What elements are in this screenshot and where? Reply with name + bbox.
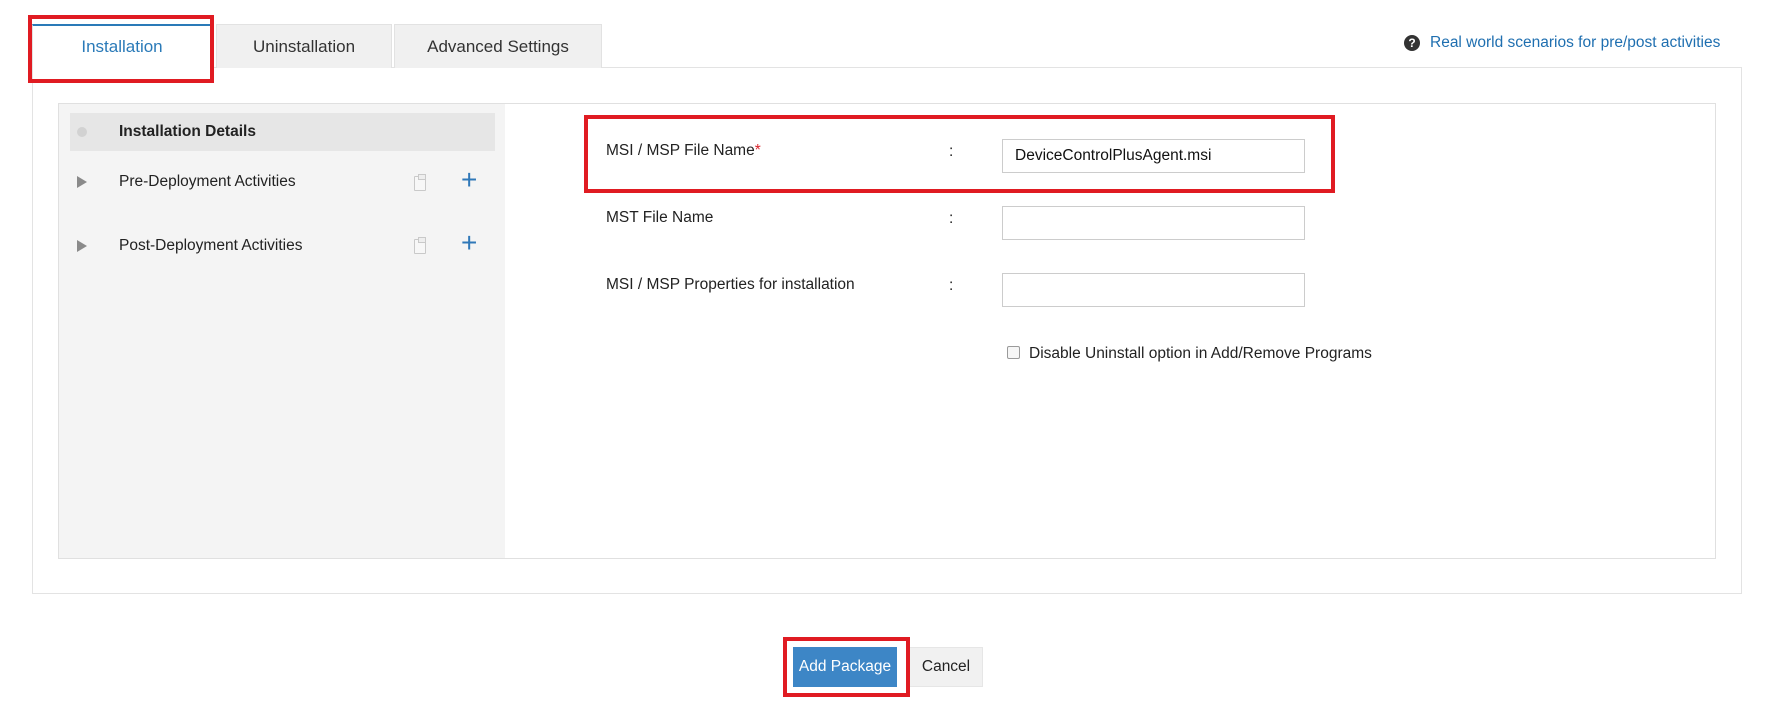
- dot-icon: [77, 127, 87, 137]
- msi-file-name-input[interactable]: [1002, 139, 1305, 173]
- add-package-button[interactable]: Add Package: [793, 647, 897, 687]
- mst-file-name-input[interactable]: [1002, 206, 1305, 240]
- sidebar-item-label: Installation Details: [119, 123, 256, 140]
- disable-uninstall-label: Disable Uninstall option in Add/Remove P…: [1029, 345, 1372, 362]
- required-asterisk: *: [754, 142, 761, 159]
- colon: :: [949, 143, 954, 160]
- expand-arrow-icon[interactable]: [77, 176, 87, 188]
- sidebar-item-installation-details[interactable]: Installation Details: [70, 113, 495, 151]
- clipboard-icon[interactable]: [414, 174, 426, 191]
- tab-advanced-settings[interactable]: Advanced Settings: [394, 24, 602, 68]
- colon: :: [949, 210, 954, 227]
- clipboard-icon[interactable]: [414, 237, 426, 254]
- sidebar-item-pre-deployment[interactable]: Pre-Deployment Activities: [70, 164, 495, 200]
- sidebar-item-post-deployment[interactable]: Post-Deployment Activities: [70, 228, 495, 264]
- add-pre-deployment-icon[interactable]: +: [461, 166, 477, 194]
- add-post-deployment-icon[interactable]: +: [461, 229, 477, 257]
- mst-file-name-label: MST File Name: [606, 209, 714, 226]
- disable-uninstall-checkbox[interactable]: [1007, 346, 1020, 359]
- help-link[interactable]: ? Real world scenarios for pre/post acti…: [1404, 33, 1720, 53]
- msi-label-text: MSI / MSP File Name: [606, 142, 755, 159]
- msi-properties-input[interactable]: [1002, 273, 1305, 307]
- tab-uninstallation[interactable]: Uninstallation: [216, 24, 392, 68]
- tab-installation[interactable]: Installation: [32, 24, 212, 68]
- expand-arrow-icon[interactable]: [77, 240, 87, 252]
- msi-file-name-label: MSI / MSP File Name*: [606, 142, 761, 160]
- sidebar-item-label: Post-Deployment Activities: [119, 237, 303, 254]
- cancel-button[interactable]: Cancel: [909, 647, 983, 687]
- colon: :: [949, 277, 954, 294]
- sidebar-item-label: Pre-Deployment Activities: [119, 173, 296, 190]
- help-link-label: Real world scenarios for pre/post activi…: [1430, 34, 1721, 51]
- question-circle-icon: ?: [1404, 35, 1420, 51]
- msi-properties-label: MSI / MSP Properties for installation: [606, 276, 855, 293]
